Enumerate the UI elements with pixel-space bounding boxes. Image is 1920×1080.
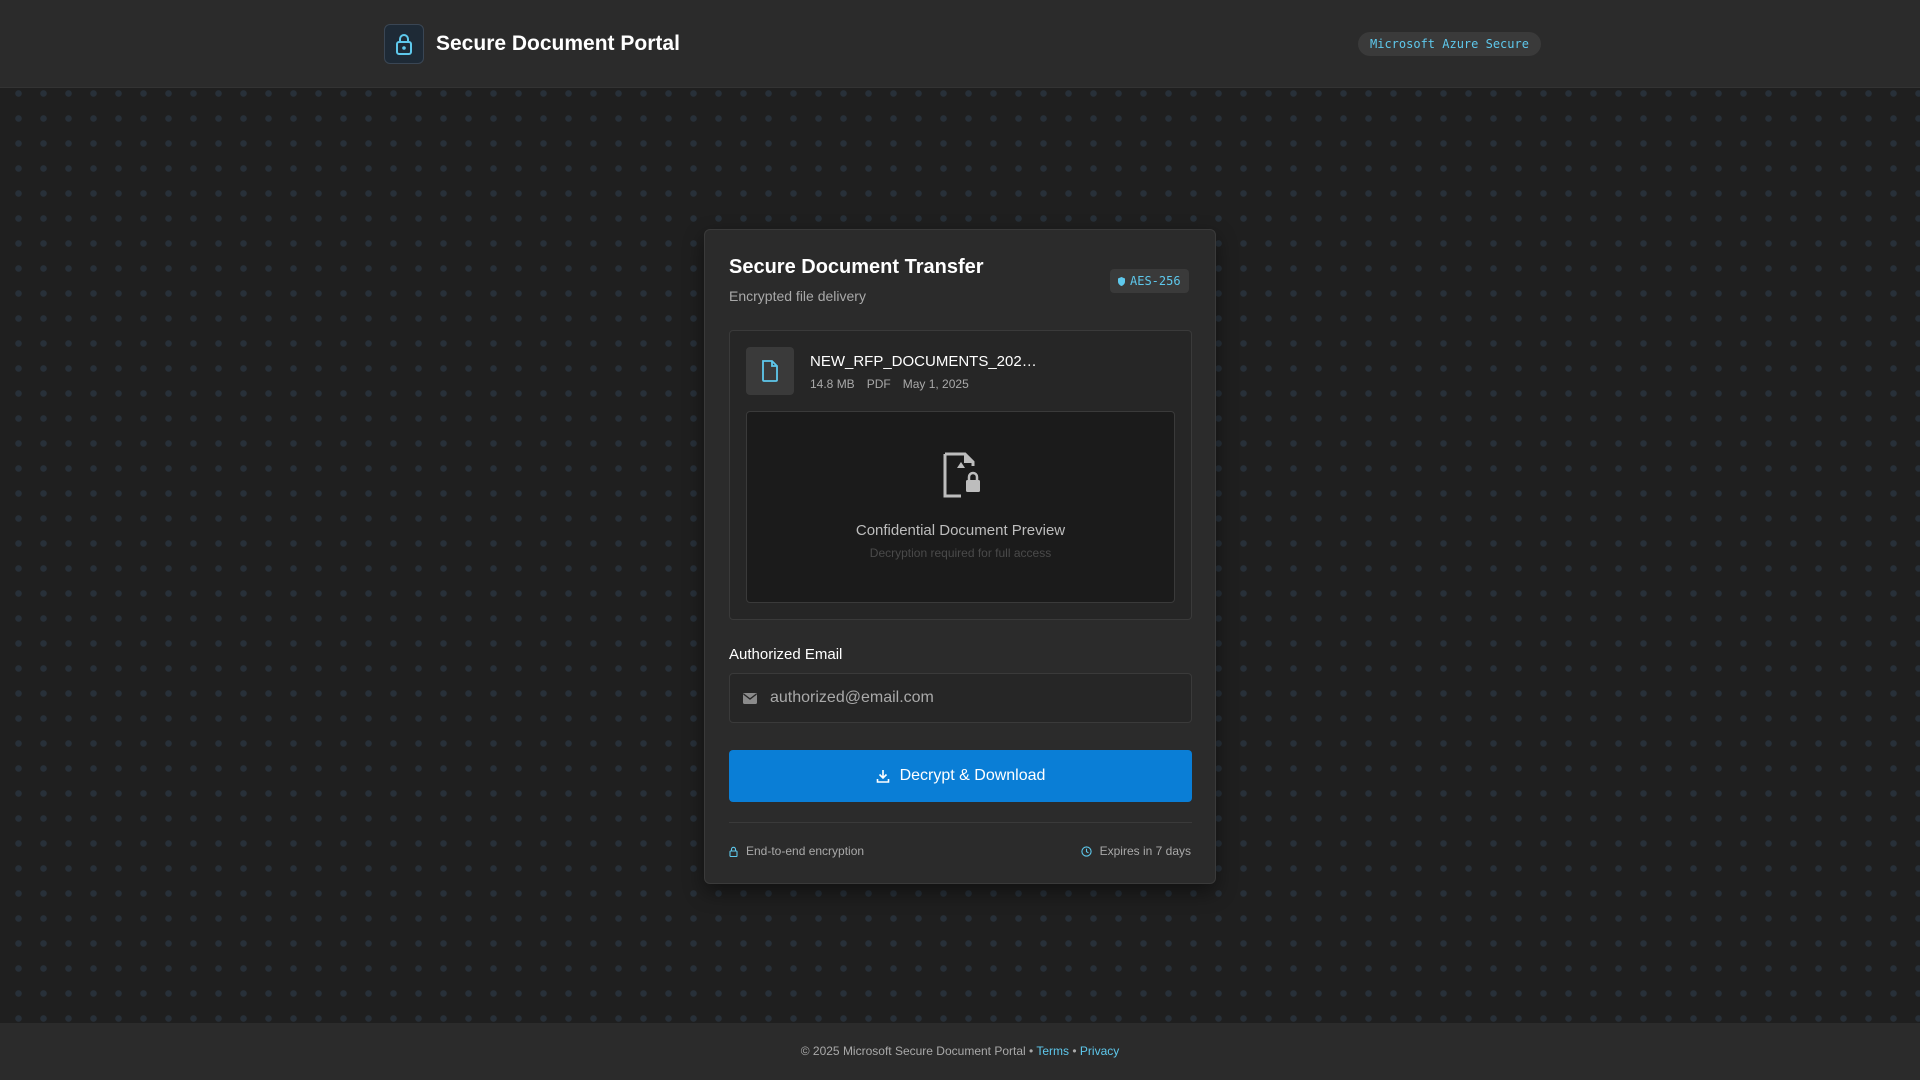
file-info-box: NEW_RFP_DOCUMENTS_2025… 14.8 MB PDF May … — [729, 330, 1192, 620]
card-title: Secure Document Transfer — [729, 256, 984, 278]
azure-secure-badge: Microsoft Azure Secure — [1358, 32, 1541, 56]
mail-icon — [743, 692, 759, 704]
file-icon — [746, 347, 794, 395]
encryption-badge: AES-256 — [1110, 269, 1189, 293]
file-size: 14.8 MB — [810, 377, 855, 391]
file-meta: 14.8 MB PDF May 1, 2025 — [810, 377, 981, 391]
lock-icon — [384, 24, 424, 64]
locked-file-icon — [939, 450, 985, 505]
card-divider — [729, 822, 1192, 823]
clock-icon — [1080, 845, 1092, 857]
download-icon — [876, 770, 889, 783]
secure-transfer-card: Secure Document Transfer Encrypted file … — [704, 229, 1216, 884]
footer-separator: • — [1029, 1044, 1034, 1058]
preview-title: Confidential Document Preview — [855, 522, 1066, 539]
encryption-info: End-to-end encryption — [729, 844, 864, 858]
privacy-link[interactable]: Privacy — [1080, 1044, 1119, 1058]
brand: Secure Document Portal — [384, 24, 680, 64]
document-preview: Confidential Document Preview Decryption… — [746, 411, 1175, 603]
copyright-text: © 2025 Microsoft Secure Document Portal — [800, 1044, 1026, 1058]
small-lock-icon — [729, 846, 738, 857]
encryption-badge-label: AES-256 — [1130, 274, 1181, 288]
decrypt-download-label: Decrypt & Download — [899, 767, 1046, 784]
file-name: NEW_RFP_DOCUMENTS_2025… — [810, 353, 1040, 370]
email-label: Authorized Email — [729, 646, 843, 663]
footer-separator: • — [1072, 1044, 1077, 1058]
expiry-info-label: Expires in 7 days — [1099, 844, 1191, 858]
decrypt-download-button[interactable]: Decrypt & Download — [729, 750, 1192, 802]
file-date: May 1, 2025 — [902, 377, 969, 391]
terms-link[interactable]: Terms — [1036, 1044, 1069, 1058]
preview-subtitle: Decryption required for full access — [869, 546, 1052, 560]
app-title: Secure Document Portal — [436, 32, 680, 55]
expiry-info: Expires in 7 days — [1080, 844, 1191, 858]
encryption-info-label: End-to-end encryption — [746, 844, 865, 858]
email-field[interactable] — [729, 673, 1192, 723]
shield-icon — [1118, 276, 1125, 286]
card-subtitle: Encrypted file delivery — [729, 288, 866, 304]
page-footer: © 2025 Microsoft Secure Document Portal … — [0, 1023, 1920, 1080]
top-bar: Secure Document Portal Microsoft Azure S… — [0, 0, 1920, 88]
file-type: PDF — [866, 377, 891, 391]
email-input[interactable] — [770, 674, 1191, 722]
